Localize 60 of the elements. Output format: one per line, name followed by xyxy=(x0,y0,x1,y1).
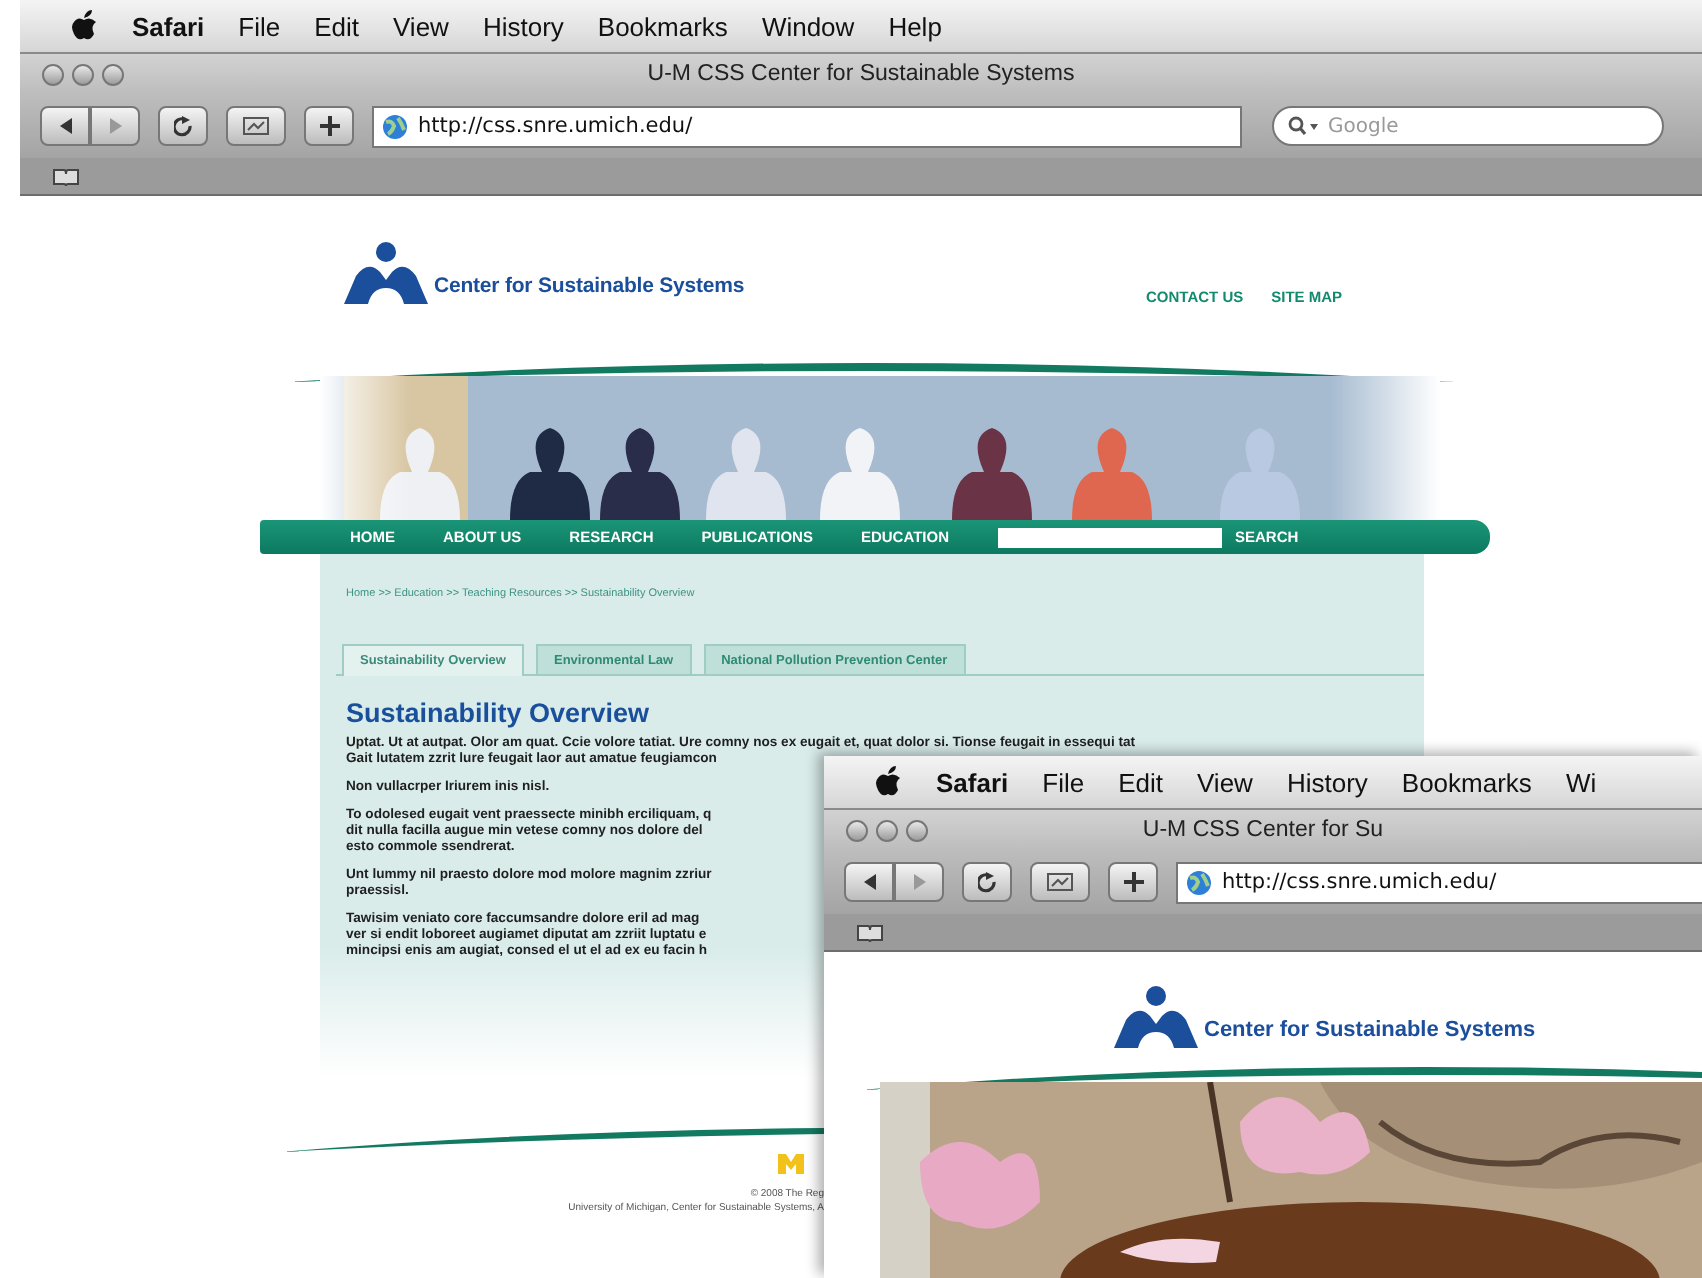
window-title: U-M CSS Center for Sustainable Systems xyxy=(647,62,1075,86)
add-button[interactable] xyxy=(1108,862,1158,902)
menu-item[interactable]: Edit xyxy=(314,11,359,41)
reload-icon xyxy=(173,115,193,137)
forward-button[interactable] xyxy=(894,862,944,902)
right-arrow-icon xyxy=(911,874,927,890)
zoom-button[interactable] xyxy=(906,819,928,841)
logo-icon xyxy=(778,1154,804,1174)
minimize-button[interactable] xyxy=(72,63,94,85)
globe-icon xyxy=(382,113,408,139)
plus-icon xyxy=(1123,872,1143,892)
apple-icon[interactable] xyxy=(70,10,98,42)
book-icon[interactable] xyxy=(52,167,80,185)
screen-icon xyxy=(242,116,270,136)
menu-item[interactable]: View xyxy=(1197,767,1253,797)
menu-item[interactable]: File xyxy=(238,11,281,41)
search-icon xyxy=(1288,116,1320,136)
menu-item[interactable]: Help xyxy=(888,11,942,41)
url-field[interactable]: http://css.snre.umich.edu/ xyxy=(1176,861,1702,903)
book-icon[interactable] xyxy=(856,923,884,941)
menu-item[interactable]: Safari xyxy=(132,11,205,41)
toolbar-button[interactable] xyxy=(1030,862,1090,902)
menu-item[interactable]: File xyxy=(1042,767,1085,797)
left-arrow-icon xyxy=(861,874,877,890)
add-button[interactable] xyxy=(304,106,354,146)
menu-item[interactable]: Safari xyxy=(936,767,1009,797)
window-title: U-M CSS Center for Su xyxy=(1142,818,1384,842)
zoom-button[interactable] xyxy=(102,63,124,85)
reload-button[interactable] xyxy=(158,106,208,146)
logo-text: Center for Sustainable Systems xyxy=(434,274,745,298)
menu-item[interactable]: View xyxy=(393,11,449,41)
menu-item[interactable]: Bookmarks xyxy=(597,11,728,41)
logo-text: Center for Sustainable Systems xyxy=(1204,1018,1536,1042)
search-field[interactable]: Google xyxy=(1272,106,1664,146)
search-field[interactable] xyxy=(997,527,1221,547)
menu-item[interactable]: Window xyxy=(761,11,855,41)
logo-icon xyxy=(1114,984,1198,1048)
globe-icon xyxy=(1186,869,1212,895)
close-button[interactable] xyxy=(846,819,868,841)
menu-item[interactable]: Bookmarks xyxy=(1401,767,1532,797)
left-arrow-icon xyxy=(57,118,73,134)
screen-icon xyxy=(1046,872,1074,892)
forward-button[interactable] xyxy=(90,106,140,146)
right-arrow-icon xyxy=(107,118,123,134)
plus-icon xyxy=(319,116,339,136)
minimize-button[interactable] xyxy=(876,819,898,841)
logo-icon xyxy=(344,240,428,304)
page-heading: Sustainability Overview xyxy=(346,698,650,728)
apple-icon[interactable] xyxy=(874,766,902,798)
url-field[interactable]: http://css.snre.umich.edu/ xyxy=(372,105,1242,147)
back-button[interactable] xyxy=(844,862,894,902)
menu-item[interactable]: Edit xyxy=(1118,767,1163,797)
back-button[interactable] xyxy=(40,106,90,146)
menu-item[interactable]: History xyxy=(482,11,564,41)
reload-icon xyxy=(977,871,997,893)
menu-item[interactable]: History xyxy=(1286,767,1368,797)
toolbar-button[interactable] xyxy=(226,106,286,146)
reload-button[interactable] xyxy=(962,862,1012,902)
close-button[interactable] xyxy=(42,63,64,85)
menu-item[interactable]: Wi xyxy=(1565,767,1597,797)
